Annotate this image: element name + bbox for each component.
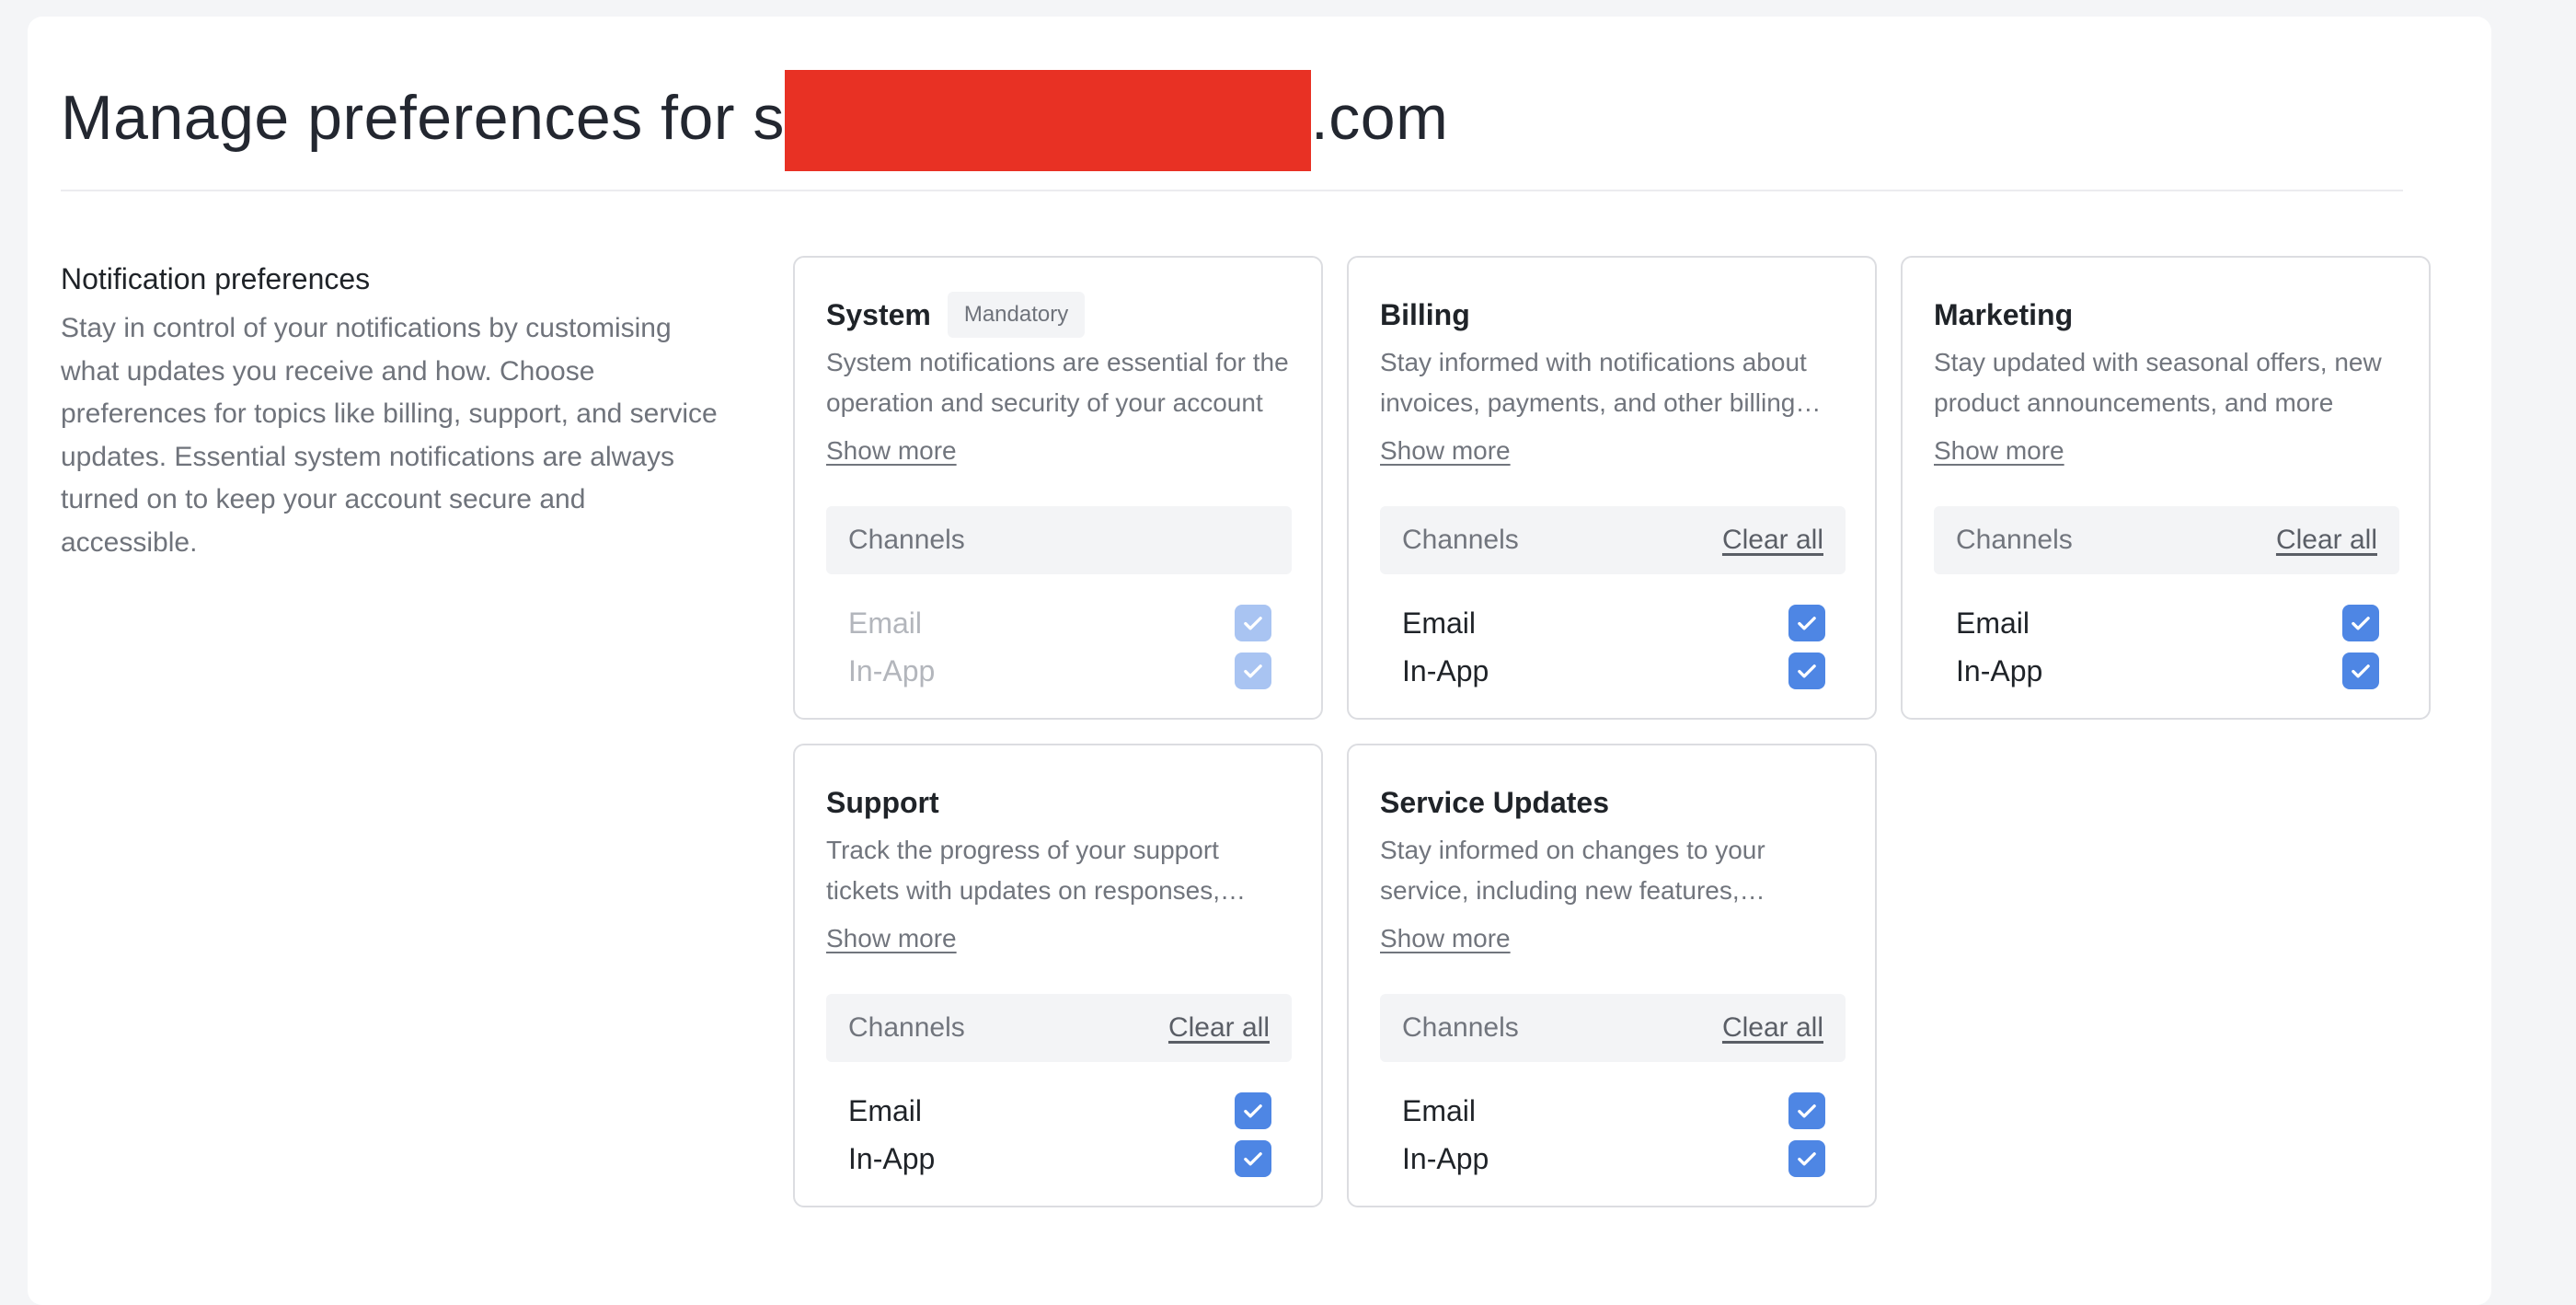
clear-all-link[interactable]: Clear all <box>1168 994 1270 1062</box>
channel-row-in-app: In-App <box>1956 648 2379 694</box>
channel-label-email: Email <box>1956 606 2030 640</box>
channel-label-email: Email <box>848 606 923 640</box>
page-title: Manage preferences for s .com <box>61 70 1449 171</box>
show-more-link[interactable]: Show more <box>1380 924 1511 953</box>
card-title: Service Updates <box>1380 785 1610 819</box>
intro-heading: Notification preferences <box>61 262 371 295</box>
clear-all-link[interactable]: Clear all <box>1722 506 1823 574</box>
check-icon <box>1244 1152 1262 1166</box>
in-app-checkbox <box>1235 652 1271 689</box>
title-divider <box>61 190 2403 191</box>
channels-bar: Channels Clear all <box>826 994 1292 1062</box>
clear-all-link[interactable]: Clear all <box>1722 994 1823 1062</box>
card-title: Billing <box>1380 297 1470 331</box>
card-description: Stay updated with seasonal offers, new p… <box>1934 348 2382 417</box>
channel-label-email: Email <box>1402 1094 1477 1127</box>
channel-label-in-app: In-App <box>848 654 936 687</box>
page-title-suffix: .com <box>1310 82 1449 153</box>
mandatory-badge: Mandatory <box>947 292 1086 338</box>
card-title: Support <box>826 785 939 819</box>
card-description: Stay informed on changes to your service… <box>1380 836 1765 905</box>
card-service-updates: Service Updates Stay informed on changes… <box>1347 744 1877 1207</box>
channels-bar: Channels Clear all <box>1380 994 1846 1062</box>
redaction-block <box>784 70 1311 171</box>
channel-row-email: Email <box>1402 1088 1825 1134</box>
channel-row-in-app: In-App <box>1402 648 1825 694</box>
channel-label-in-app: In-App <box>1402 654 1489 687</box>
channel-row-email: Email <box>848 1088 1271 1134</box>
channel-label-in-app: In-App <box>1956 654 2043 687</box>
card-description: Track the progress of your support ticke… <box>826 836 1221 905</box>
show-more-link[interactable]: Show more <box>826 436 957 466</box>
channel-label-in-app: In-App <box>848 1142 936 1175</box>
card-support: Support Track the progress of your suppo… <box>793 744 1323 1207</box>
card-system: System Mandatory System notifications ar… <box>793 256 1323 720</box>
card-description: System notifications are essential for t… <box>826 348 1289 417</box>
check-icon <box>1244 664 1262 678</box>
channels-label: Channels <box>1956 525 2073 555</box>
show-more-link[interactable]: Show more <box>826 924 957 953</box>
channel-row-in-app: In-App <box>848 1136 1271 1182</box>
channel-label-email: Email <box>848 1094 923 1127</box>
intro-section: Notification preferences Stay in control… <box>61 256 723 564</box>
channels-label: Channels <box>1402 1012 1519 1043</box>
card-description: Stay informed with notifications about i… <box>1380 348 1807 417</box>
clear-all-link[interactable]: Clear all <box>2276 506 2377 574</box>
card-header: Support <box>826 779 1290 826</box>
check-icon <box>1798 617 1816 630</box>
page-title-prefix: Manage preferences for s <box>61 82 785 153</box>
email-checkbox <box>1235 605 1271 641</box>
channels-bar: Channels Clear all <box>1380 506 1846 574</box>
intro-text: Stay in control of your notifications by… <box>61 313 718 558</box>
card-billing: Billing Stay informed with notifications… <box>1347 256 1877 720</box>
in-app-checkbox[interactable] <box>2342 652 2379 689</box>
check-icon <box>1798 664 1816 678</box>
email-checkbox[interactable] <box>1788 605 1825 641</box>
check-icon <box>2352 617 2370 630</box>
check-icon <box>1798 1152 1816 1166</box>
card-header: System Mandatory <box>826 291 1290 339</box>
channel-row-email: Email <box>1402 600 1825 646</box>
channels-bar: Channels Clear all <box>1934 506 2399 574</box>
card-header: Billing <box>1380 291 1844 339</box>
channel-row-in-app: In-App <box>848 648 1271 694</box>
channel-row-email: Email <box>1956 600 2379 646</box>
email-checkbox[interactable] <box>1788 1092 1825 1129</box>
in-app-checkbox[interactable] <box>1235 1140 1271 1177</box>
check-icon <box>2352 664 2370 678</box>
check-icon <box>1798 1104 1816 1118</box>
check-icon <box>1244 1104 1262 1118</box>
channels-label: Channels <box>1402 525 1519 555</box>
show-more-link[interactable]: Show more <box>1934 436 2064 466</box>
check-icon <box>1244 617 1262 630</box>
card-header: Service Updates <box>1380 779 1844 826</box>
email-checkbox[interactable] <box>2342 605 2379 641</box>
channel-label-email: Email <box>1402 606 1477 640</box>
email-checkbox[interactable] <box>1235 1092 1271 1129</box>
in-app-checkbox[interactable] <box>1788 652 1825 689</box>
channel-label-in-app: In-App <box>1402 1142 1489 1175</box>
channel-row-email: Email <box>848 600 1271 646</box>
channels-label: Channels <box>848 1012 965 1043</box>
card-marketing: Marketing Stay updated with seasonal off… <box>1901 256 2431 720</box>
card-title: Marketing <box>1934 297 2074 331</box>
in-app-checkbox[interactable] <box>1788 1140 1825 1177</box>
card-title: System <box>826 297 931 331</box>
card-header: Marketing <box>1934 291 2398 339</box>
show-more-link[interactable]: Show more <box>1380 436 1511 466</box>
channels-label: Channels <box>848 525 965 555</box>
channels-bar: Channels <box>826 506 1292 574</box>
channel-row-in-app: In-App <box>1402 1136 1825 1182</box>
